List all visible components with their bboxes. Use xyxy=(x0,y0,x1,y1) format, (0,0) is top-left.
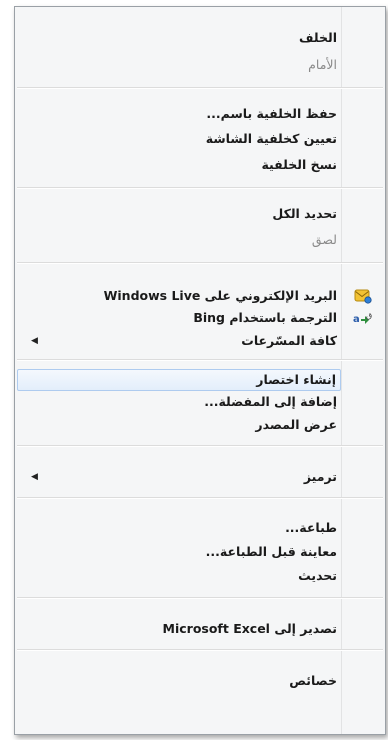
menu-item-label: إضافة إلى المفضلة... xyxy=(204,394,337,409)
menu-item-properties[interactable]: خصائص xyxy=(17,670,341,692)
menu-separator xyxy=(17,597,383,599)
menu-item-label: عرض المصدر xyxy=(255,417,337,432)
menu-item-refresh[interactable]: تحديث xyxy=(17,565,341,587)
menu-item-label: الترجمة باستخدام Bing xyxy=(193,310,337,325)
menu-item-set-as-background[interactable]: تعيين كخلفية الشاشة xyxy=(17,128,341,150)
menu-item-copy-background[interactable]: نسخ الخلفية xyxy=(17,154,341,176)
menu-item-forward[interactable]: الأمام xyxy=(17,54,341,76)
menu-item-label: الخلف xyxy=(299,30,337,45)
svg-text:a: a xyxy=(353,314,360,325)
menu-item-all-accelerators[interactable]: كافة المسّرعات ◀ xyxy=(17,330,341,352)
menu-item-label: خصائص xyxy=(289,673,337,688)
menu-item-label: إنشاء اختصار xyxy=(256,372,336,387)
menu-item-email-windows-live[interactable]: البريد الإلكتروني على Windows Live xyxy=(17,285,341,307)
menu-item-add-to-favorites[interactable]: إضافة إلى المفضلة... xyxy=(17,391,341,413)
svg-text:ق: ق xyxy=(366,311,372,320)
menu-item-label: تعيين كخلفية الشاشة xyxy=(205,131,337,146)
menu-item-translate-bing[interactable]: الترجمة باستخدام Bing xyxy=(17,307,341,329)
menu-item-label: تحديد الكل xyxy=(272,206,337,221)
menu-separator xyxy=(17,187,383,189)
menu-item-label: البريد الإلكتروني على Windows Live xyxy=(103,288,337,303)
menu-separator xyxy=(17,262,383,264)
windows-live-mail-icon xyxy=(343,285,383,307)
menu-item-print[interactable]: طباعة... xyxy=(17,517,341,539)
menu-item-create-shortcut[interactable]: إنشاء اختصار xyxy=(17,369,341,391)
menu-separator xyxy=(17,87,383,89)
icon-gutter xyxy=(341,7,385,734)
menu-item-encoding[interactable]: ترميز ◀ xyxy=(17,466,341,488)
menu-separator xyxy=(17,445,383,447)
menu-item-save-background-as[interactable]: حفظ الخلفية باسم... xyxy=(17,103,341,125)
submenu-arrow-icon: ◀ xyxy=(31,336,38,346)
menu-item-label: تصدير إلى Microsoft Excel xyxy=(162,621,337,636)
menu-separator xyxy=(17,649,383,651)
submenu-arrow-icon: ◀ xyxy=(31,472,38,482)
menu-item-label: تحديث xyxy=(298,568,337,583)
bing-translate-icon: a ق xyxy=(343,307,383,329)
menu-separator xyxy=(17,497,383,499)
menu-item-label: كافة المسّرعات xyxy=(241,333,337,348)
menu-item-back[interactable]: الخلف xyxy=(17,27,341,49)
context-menu: الخلف الأمام حفظ الخلفية باسم... تعيين ك… xyxy=(14,6,386,735)
menu-item-label: طباعة... xyxy=(285,520,337,535)
menu-item-view-source[interactable]: عرض المصدر xyxy=(17,414,341,436)
menu-item-export-excel[interactable]: تصدير إلى Microsoft Excel xyxy=(17,618,341,640)
menu-item-label: الأمام xyxy=(308,57,337,72)
menu-separator xyxy=(17,359,383,361)
menu-item-print-preview[interactable]: معاينة قبل الطباعة... xyxy=(17,541,341,563)
menu-item-label: نسخ الخلفية xyxy=(261,157,337,172)
menu-item-select-all[interactable]: تحديد الكل xyxy=(17,203,341,225)
menu-item-paste[interactable]: لصق xyxy=(17,229,341,251)
menu-item-label: لصق xyxy=(311,232,337,247)
menu-item-label: معاينة قبل الطباعة... xyxy=(205,544,337,559)
menu-item-label: حفظ الخلفية باسم... xyxy=(206,106,337,121)
menu-item-label: ترميز xyxy=(303,469,337,484)
